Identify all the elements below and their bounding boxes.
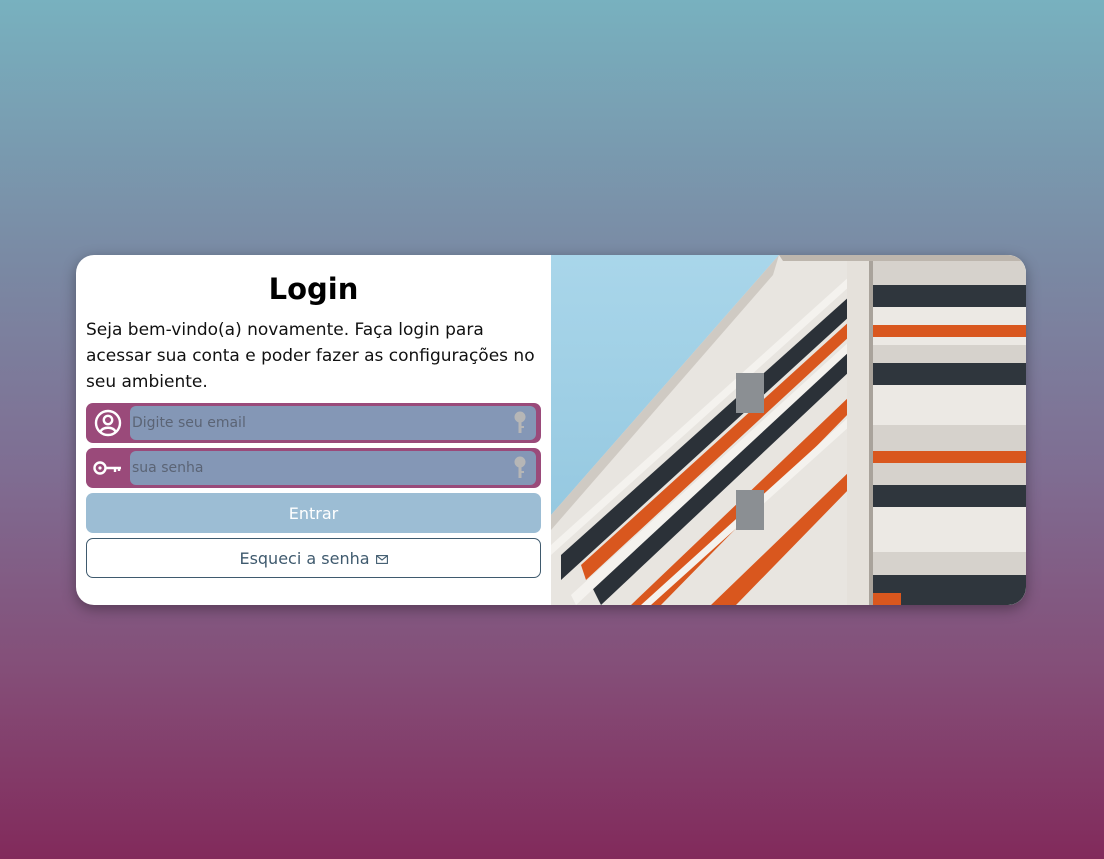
building-photo	[551, 255, 1026, 605]
email-field-group	[86, 403, 541, 443]
email-field[interactable]	[130, 406, 536, 440]
key-icon	[86, 448, 130, 488]
login-form: Login Seja bem-vindo(a) novamente. Faça …	[76, 255, 551, 605]
welcome-text: Seja bem-vindo(a) novamente. Faça login …	[86, 320, 535, 392]
autofill-key-icon	[513, 410, 527, 436]
password-field-group	[86, 448, 541, 488]
user-circle-icon	[86, 403, 130, 443]
login-card: Login Seja bem-vindo(a) novamente. Faça …	[76, 255, 1026, 605]
autofill-key-icon	[513, 455, 527, 481]
password-field[interactable]	[130, 451, 536, 485]
envelope-icon	[375, 549, 388, 568]
forgot-password-button[interactable]: Esqueci a senha	[86, 538, 541, 578]
page-title: Login	[268, 272, 359, 306]
login-button[interactable]: Entrar	[86, 493, 541, 533]
forgot-password-label: Esqueci a senha	[239, 548, 370, 568]
